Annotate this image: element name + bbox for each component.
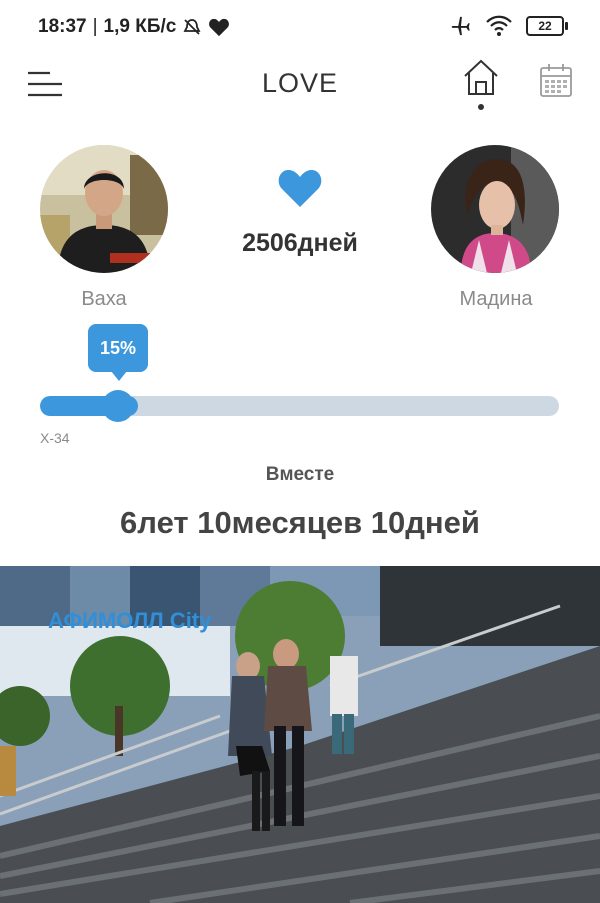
heart-icon: [278, 170, 322, 207]
days-together: 2506дней: [242, 229, 358, 257]
heart-status-icon: [209, 18, 230, 37]
avatar-right-photo: [431, 145, 559, 273]
battery-indicator: 22: [526, 16, 568, 36]
together-label: Вместе: [265, 464, 335, 485]
avatar-left[interactable]: [40, 145, 168, 273]
couple-photo-image: АФИМОЛЛ City: [0, 566, 600, 903]
alarm-off-icon: [183, 19, 201, 35]
app-title: LOVE: [261, 68, 339, 98]
partner-left-name: Ваха: [81, 288, 127, 310]
progress-bubble: 15%: [88, 324, 148, 381]
status-separator: |: [92, 16, 98, 37]
home-icon[interactable]: [462, 58, 500, 98]
status-time: 18:37: [38, 16, 87, 37]
status-speed: 1,9 КБ/с: [103, 16, 177, 37]
mall-sign-text: АФИМОЛЛ City: [48, 608, 212, 633]
avatar-right[interactable]: [431, 145, 559, 273]
together-duration: 6лет 10месяцев 10дней: [120, 505, 480, 540]
avatar-left-photo: [40, 145, 168, 273]
active-tab-indicator: [478, 104, 484, 110]
couple-photo[interactable]: АФИМОЛЛ City: [0, 566, 600, 903]
progress-thumb: [101, 390, 134, 422]
airplane-icon: [451, 16, 470, 36]
progress-code: X-34: [40, 430, 70, 446]
calendar-icon[interactable]: [538, 62, 574, 98]
app-bar: LOVE: [0, 56, 600, 116]
wifi-icon: [486, 15, 512, 36]
partner-right-name: Мадина: [459, 288, 533, 310]
status-bar: 18:37 | 1,9 КБ/с 22: [0, 0, 600, 56]
